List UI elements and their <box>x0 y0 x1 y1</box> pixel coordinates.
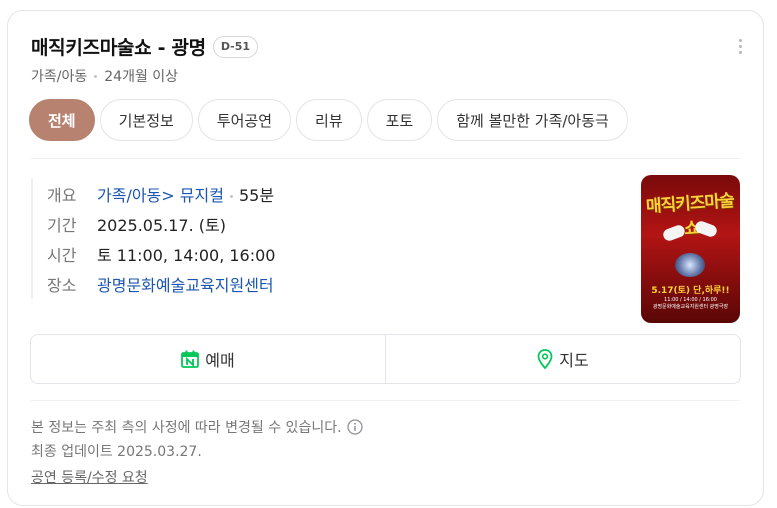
tab-photo[interactable]: 포토 <box>366 99 433 141</box>
info-row-time: 시간 토 11:00, 14:00, 16:00 <box>47 239 611 269</box>
duration-text: 55분 <box>238 186 275 205</box>
notice-label: 본 정보는 주최 측의 사정에 따라 변경될 수 있습니다. <box>31 420 342 436</box>
action-bar: 예매 지도 <box>30 334 741 384</box>
poster-date: 5.17(토) 단,하루!! <box>651 286 730 296</box>
notice-text: 본 정보는 주최 측의 사정에 따라 변경될 수 있습니다. <box>31 417 363 437</box>
period-label: 기간 <box>47 216 77 235</box>
reserve-button[interactable]: 예매 <box>31 335 385 383</box>
map-label: 지도 <box>559 351 589 370</box>
chevron-right-icon: > <box>161 186 175 205</box>
crystal-ball-image <box>675 253 705 277</box>
performance-card: 매직키즈마술쇼 - 광명 D-51 가족/아동 24개월 이상 전체 기본정보 … <box>7 10 764 506</box>
time-value: 토 11:00, 14:00, 16:00 <box>97 246 276 265</box>
separator-dot <box>229 195 233 198</box>
map-pin-icon <box>537 349 553 369</box>
tab-related[interactable]: 함께 볼만한 가족/아동극 <box>437 99 628 141</box>
dday-badge: D-51 <box>212 35 259 58</box>
poster-times: 11:00 / 14:00 / 16:00 <box>664 297 717 303</box>
venue-link[interactable]: 광명문화예술교육지원센터 <box>97 272 274 296</box>
more-options-icon[interactable] <box>737 39 743 57</box>
info-row-period: 기간 2025.05.17. (토) <box>47 209 611 239</box>
subgenre-link[interactable]: 뮤지컬 <box>180 186 224 205</box>
time-label: 시간 <box>47 246 77 265</box>
age-text: 24개월 이상 <box>104 69 179 85</box>
overview-value: 가족/아동> 뮤지컬 55분 <box>97 182 274 206</box>
genre-link[interactable]: 가족/아동 <box>97 186 161 205</box>
venue-label: 장소 <box>47 276 77 295</box>
genre-text: 가족/아동 <box>31 69 88 85</box>
period-value: 2025.05.17. (토) <box>97 216 226 235</box>
poster-details: 11:00 / 14:00 / 16:00 광명문화예술교육지원센터 광명극장 <box>641 297 740 311</box>
card-header: 매직키즈마술쇼 - 광명 D-51 <box>31 33 259 60</box>
info-row-overview: 개요 가족/아동> 뮤지컬 55분 <box>47 179 611 209</box>
calendar-n-icon <box>181 350 200 368</box>
tab-review[interactable]: 리뷰 <box>296 99 362 141</box>
poster-venue: 광명문화예술교육지원센터 광명극장 <box>652 304 729 310</box>
report-link[interactable]: 공연 등록/수정 요청 <box>31 467 148 487</box>
poster-image[interactable]: 매직키즈마술쇼 5.17(토) 단,하루!! 11:00 / 14:00 / 1… <box>641 175 740 323</box>
divider <box>31 400 740 401</box>
overview-label: 개요 <box>47 186 77 205</box>
separator-dot <box>94 74 98 78</box>
tab-basic-info[interactable]: 기본정보 <box>99 99 193 141</box>
info-row-venue: 장소 광명문화예술교육지원센터 <box>47 269 611 299</box>
info-icon[interactable] <box>346 419 363 435</box>
tab-bar: 전체 기본정보 투어공연 리뷰 포토 함께 볼만한 가족/아동극 <box>29 99 633 141</box>
map-button[interactable]: 지도 <box>385 335 740 383</box>
tab-all[interactable]: 전체 <box>29 99 95 141</box>
page-title: 매직키즈마술쇼 - 광명 <box>31 37 206 59</box>
divider <box>31 158 740 159</box>
magician-gloves-image <box>661 219 721 249</box>
subtitle-line: 가족/아동 24개월 이상 <box>31 66 178 86</box>
info-section: 개요 가족/아동> 뮤지컬 55분 기간 2025.05.17. (토) 시간 토… <box>31 179 611 299</box>
tab-tour[interactable]: 투어공연 <box>197 99 292 141</box>
reserve-label: 예매 <box>205 351 235 370</box>
last-updated: 최종 업데이트 2025.03.27. <box>31 444 202 460</box>
